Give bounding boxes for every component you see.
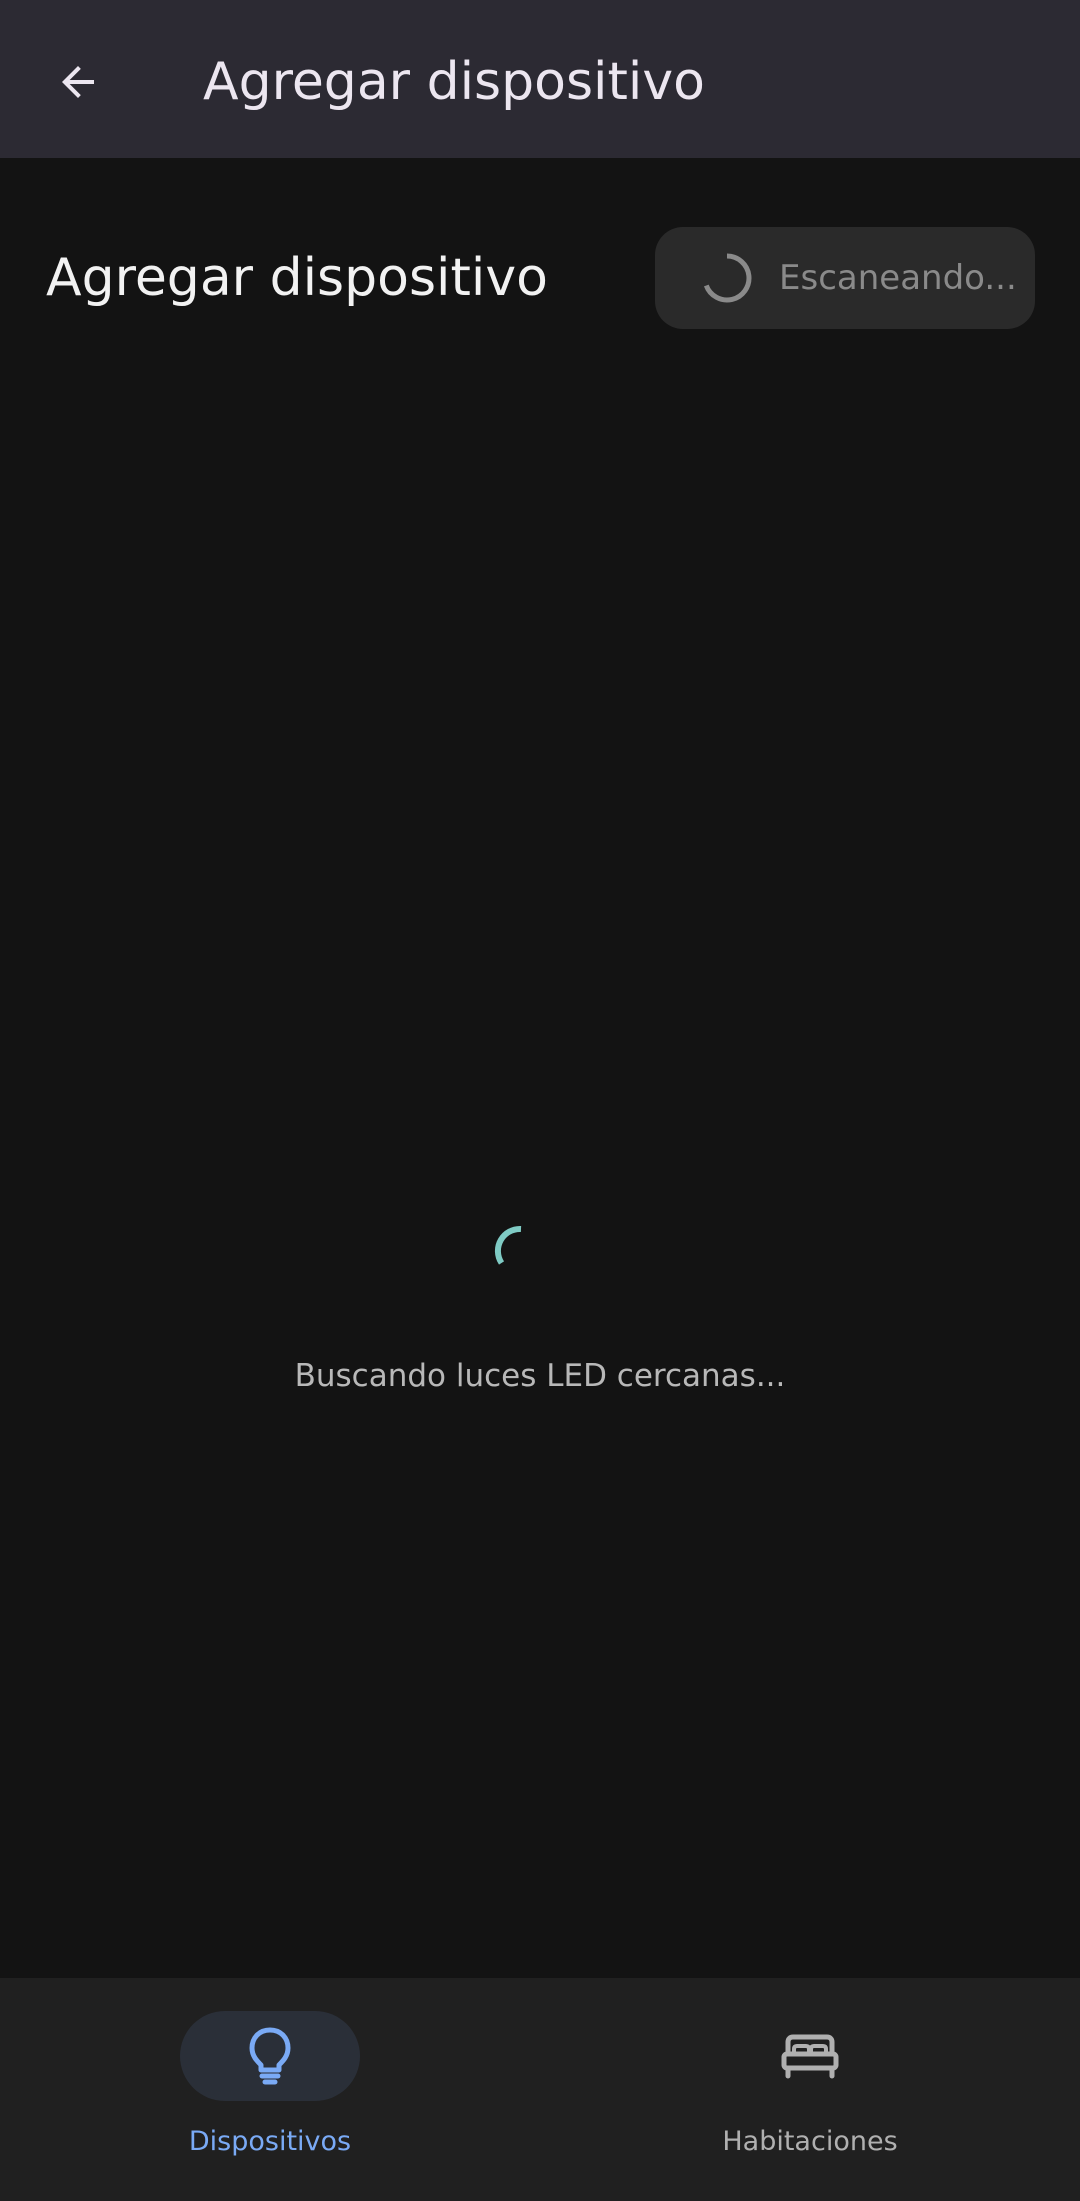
nav-label-dispositivos: Dispositivos xyxy=(188,2126,352,2157)
back-button[interactable] xyxy=(40,44,116,120)
nav-item-dispositivos[interactable]: Dispositivos xyxy=(0,1978,540,2201)
nav-active-indicator xyxy=(180,2011,360,2101)
search-status-text: Buscando luces LED cercanas... xyxy=(294,1358,786,1394)
arrow-back-icon xyxy=(62,66,94,98)
top-app-bar: Agregar dispositivo xyxy=(0,0,1080,158)
spinner-icon xyxy=(699,250,755,306)
section-title: Agregar dispositivo xyxy=(46,248,548,308)
nav-inactive-container xyxy=(720,2011,900,2101)
nav-item-habitaciones[interactable]: Habitaciones xyxy=(540,1978,1080,2201)
lightbulb-icon xyxy=(249,2027,291,2085)
scan-button-label: Escaneando... xyxy=(779,258,1017,298)
bed-icon xyxy=(781,2034,839,2079)
nav-label-habitaciones: Habitaciones xyxy=(722,2126,898,2157)
app-bar-title: Agregar dispositivo xyxy=(203,52,705,112)
main-content: Agregar dispositivo Escaneando... Buscan… xyxy=(0,158,1080,1978)
bottom-navigation: Dispositivos Habitaciones xyxy=(0,1978,1080,2201)
loading-spinner-icon xyxy=(488,1218,544,1274)
scan-button[interactable]: Escaneando... xyxy=(655,227,1035,329)
